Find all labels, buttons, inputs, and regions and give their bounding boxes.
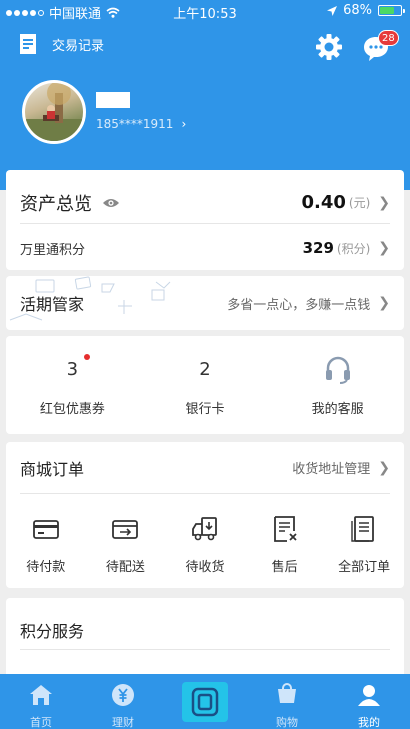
coupon-item[interactable]: 3 红包优惠券: [6, 354, 139, 417]
cart-icon: [278, 683, 296, 703]
quick-card: 3 红包优惠券 2 银行卡 我的客服: [6, 336, 404, 434]
points-service-card: 积分服务: [6, 598, 404, 678]
bank-card-label: 银行卡: [185, 402, 225, 417]
pending-receipt-item[interactable]: 待收货: [165, 514, 245, 575]
after-sales-item[interactable]: 售后: [245, 514, 325, 575]
pending-payment-item[interactable]: 待付款: [6, 514, 86, 575]
tab-finance-label: 理财: [112, 716, 134, 729]
points-service-row[interactable]: 积分服务: [20, 610, 390, 650]
after-sales-label: 售后: [271, 560, 298, 575]
tab-home-label: 首页: [30, 716, 52, 729]
status-bar: 中国联通 上午10:53 68%: [0, 0, 410, 22]
tab-finance[interactable]: 理财: [82, 674, 164, 729]
home-icon: [30, 685, 52, 705]
points-value: 329: [302, 239, 334, 257]
center-logo-icon: [191, 687, 219, 717]
tab-mine-label: 我的: [358, 716, 380, 729]
chevron-right-icon: ❯: [378, 459, 390, 476]
tab-center[interactable]: [164, 674, 246, 729]
tab-bar: 首页 理财 购物 我的: [0, 674, 410, 729]
quick-grid: 3 红包优惠券 2 银行卡 我的客服: [6, 354, 404, 417]
location-arrow-icon: [327, 5, 338, 16]
orders-title: 商城订单: [20, 459, 85, 479]
wallet-card-icon: [32, 520, 59, 539]
phone-link[interactable]: 185****1911 ›: [96, 117, 186, 131]
center-logo-button[interactable]: [182, 682, 228, 722]
points-service-title: 积分服务: [20, 621, 85, 641]
orders-grid: 待付款 待配送 待收货 售后 全部订单: [6, 514, 404, 575]
customer-service-label: 我的客服: [311, 402, 364, 417]
pending-delivery-label: 待配送: [105, 560, 145, 575]
huoqi-title: 活期管家: [20, 295, 85, 314]
new-dot: [84, 354, 90, 360]
yuan-icon: [112, 684, 134, 706]
message-badge: 28: [378, 30, 399, 46]
chevron-right-icon: ❯: [378, 295, 390, 311]
huoqi-slogan: 多省一点心，多赚一点钱: [227, 297, 371, 313]
address-management-link[interactable]: 收货地址管理: [292, 458, 370, 477]
status-right: 68%: [327, 3, 405, 18]
headset-icon: [325, 356, 350, 384]
points-label: 万里通积分: [20, 242, 86, 258]
truck-icon: [192, 517, 217, 541]
chevron-right-icon: ›: [181, 117, 187, 131]
orders-card: 商城订单 收货地址管理 ❯ 待付款 待配送 待收货 售后 全部订单: [6, 442, 404, 588]
orders-header-row: 商城订单 收货地址管理 ❯: [20, 442, 390, 494]
tab-home[interactable]: 首页: [0, 674, 82, 729]
all-orders-item[interactable]: 全部订单: [324, 514, 404, 575]
huoqi-row[interactable]: 活期管家 多省一点心，多赚一点钱 ❯: [20, 276, 390, 330]
assets-overview-row[interactable]: 资产总览 0.40 (元) ❯: [20, 182, 390, 224]
assets-unit: (元): [348, 196, 371, 210]
customer-service-item[interactable]: 我的客服: [271, 356, 404, 417]
avatar-photo: [25, 83, 83, 141]
username-redacted: [96, 92, 130, 108]
huoqi-card[interactable]: 活期管家 多省一点心，多赚一点钱 ❯: [6, 276, 404, 330]
pending-payment-label: 待付款: [26, 560, 66, 575]
eye-icon[interactable]: [102, 197, 120, 209]
battery-percent: 68%: [343, 3, 372, 18]
gear-icon[interactable]: [314, 32, 344, 62]
bank-card-count: 2: [199, 359, 211, 380]
tab-mine[interactable]: 我的: [328, 674, 410, 729]
phone-number: 185****1911: [96, 117, 174, 131]
battery-icon: [378, 5, 405, 16]
points-unit: (积分): [336, 241, 371, 256]
record-icon: [20, 34, 36, 54]
profile-icon: [358, 685, 380, 706]
transaction-record-button[interactable]: 交易记录: [16, 32, 104, 56]
tab-shopping-label: 购物: [276, 716, 298, 729]
battery-fill: [380, 7, 394, 14]
all-orders-label: 全部订单: [338, 560, 391, 575]
bank-card-item[interactable]: 2 银行卡: [139, 356, 272, 417]
assets-title: 资产总览: [20, 193, 92, 215]
tab-shopping[interactable]: 购物: [246, 674, 328, 729]
pending-delivery-item[interactable]: 待配送: [86, 514, 166, 575]
transaction-record-label: 交易记录: [52, 38, 105, 54]
coupon-label: 红包优惠券: [39, 402, 105, 417]
chevron-right-icon: ❯: [378, 194, 390, 211]
receipt-x-icon: [273, 516, 297, 542]
points-row[interactable]: 万里通积分 329 (积分) ❯: [20, 230, 390, 266]
assets-card: 资产总览 0.40 (元) ❯ 万里通积分 329 (积分) ❯: [6, 170, 404, 270]
avatar[interactable]: [22, 80, 86, 144]
assets-value: 0.40: [301, 192, 346, 213]
coupon-count: 3: [66, 359, 79, 380]
chevron-right-icon: ❯: [378, 240, 390, 256]
order-list-icon: [351, 516, 375, 542]
box-arrow-icon: [112, 520, 139, 539]
pending-receipt-label: 待收货: [185, 560, 225, 575]
